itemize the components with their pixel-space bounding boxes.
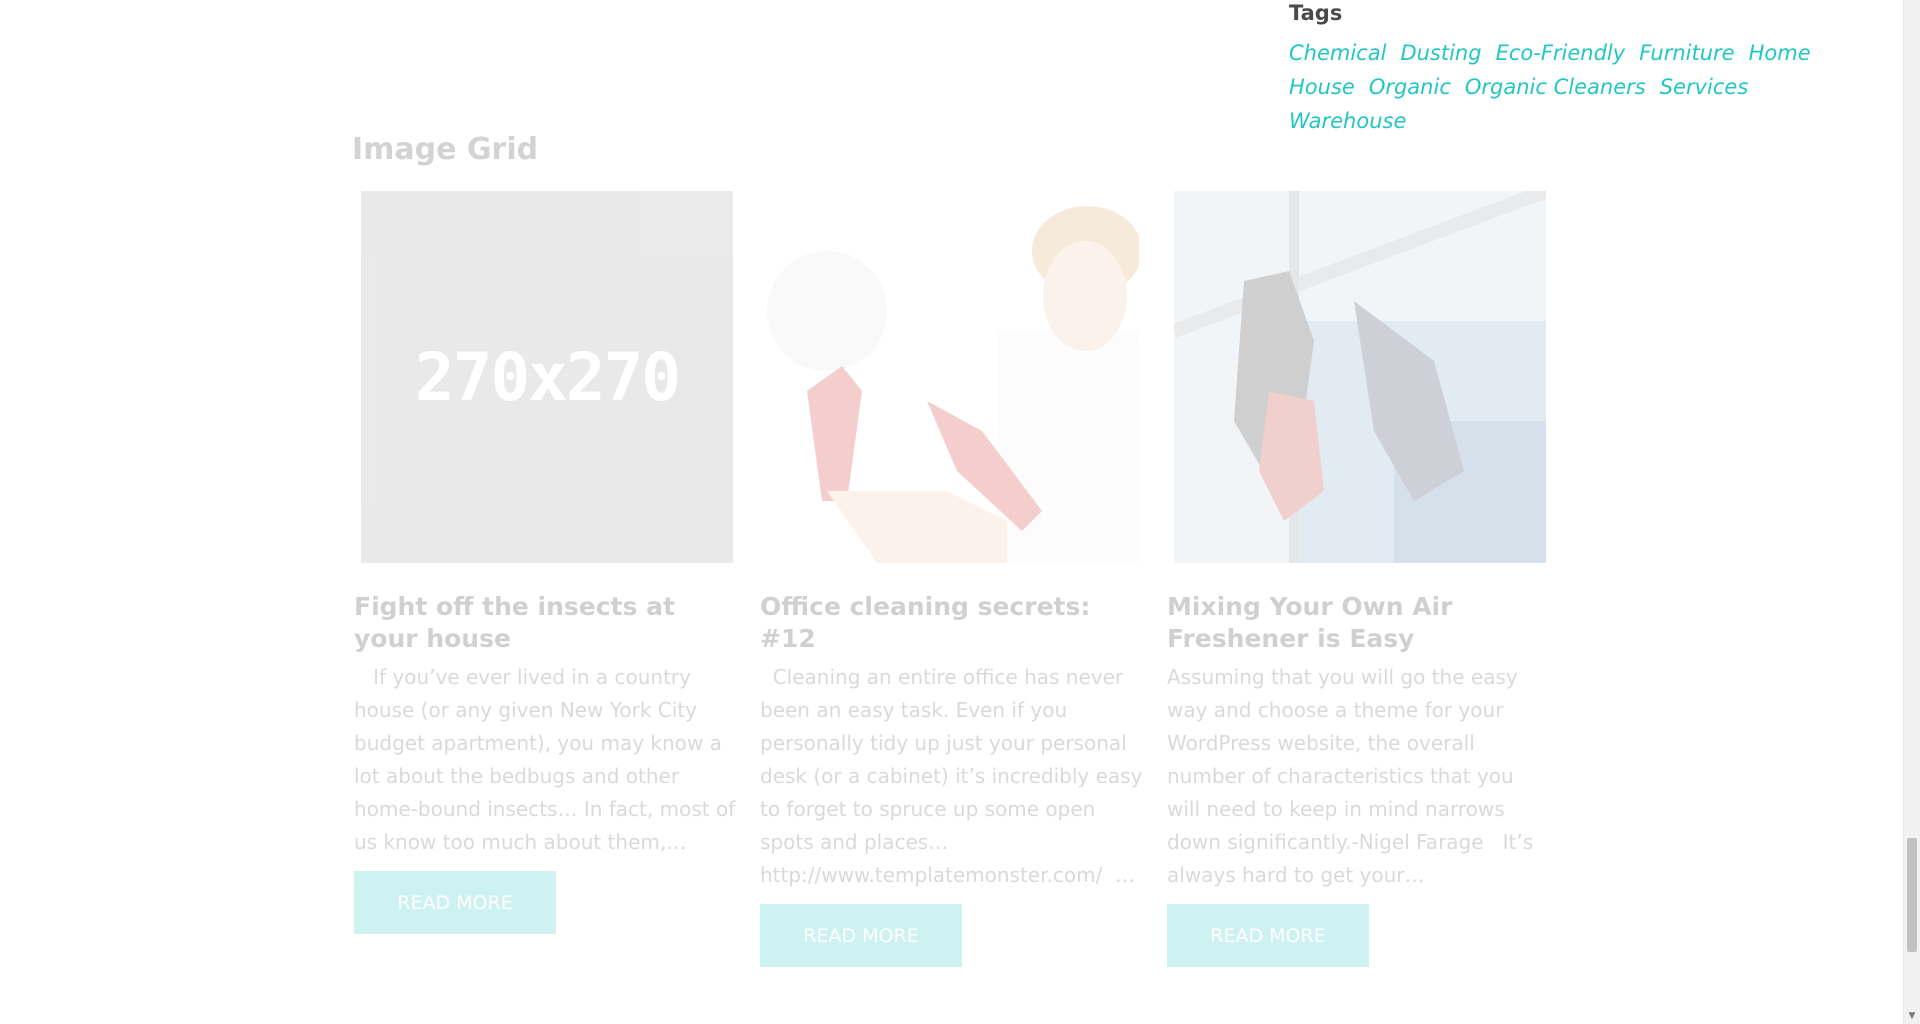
read-more-button[interactable]: READ MORE: [354, 871, 556, 934]
scroll-thumb[interactable]: [1907, 838, 1917, 952]
post-title[interactable]: Mixing Your Own Air Freshener is Easy: [1167, 591, 1547, 655]
placeholder-size-label: 270x270: [414, 338, 681, 416]
post-excerpt: Assuming that you will go the easy way a…: [1167, 665, 1534, 887]
scroll-down-arrow-icon[interactable]: ▼: [1907, 1011, 1917, 1021]
post-card-air-freshener: Mixing Your Own Air Freshener is Easy As…: [1167, 191, 1554, 967]
post-image-placeholder[interactable]: 270x270: [361, 191, 733, 563]
post-title[interactable]: Office cleaning secrets: #12: [760, 591, 1140, 655]
page: Tags Chemical Dusting Eco-Friendly Furni…: [0, 0, 1920, 1024]
post-card-office-cleaning: Office cleaning secrets: #12 Cleaning an…: [760, 191, 1147, 967]
post-excerpt: Cleaning an entire office has never been…: [760, 665, 1143, 887]
vertical-scrollbar[interactable]: ▼: [1903, 0, 1920, 1024]
post-card-insects: 270x270 Fight off the insects at your ho…: [354, 191, 741, 934]
image-grid-heading: Image Grid: [352, 132, 539, 167]
image-grid-section: Image Grid 270x270 Fight off the insects…: [0, 0, 1904, 1024]
read-more-button[interactable]: READ MORE: [760, 904, 962, 967]
post-image-window-cleaner[interactable]: [1174, 191, 1546, 563]
post-excerpt: If you’ve ever lived in a country house …: [354, 665, 736, 854]
post-title[interactable]: Fight off the insects at your house: [354, 591, 734, 655]
post-image-cleaning-woman[interactable]: [767, 191, 1139, 563]
read-more-button[interactable]: READ MORE: [1167, 904, 1369, 967]
